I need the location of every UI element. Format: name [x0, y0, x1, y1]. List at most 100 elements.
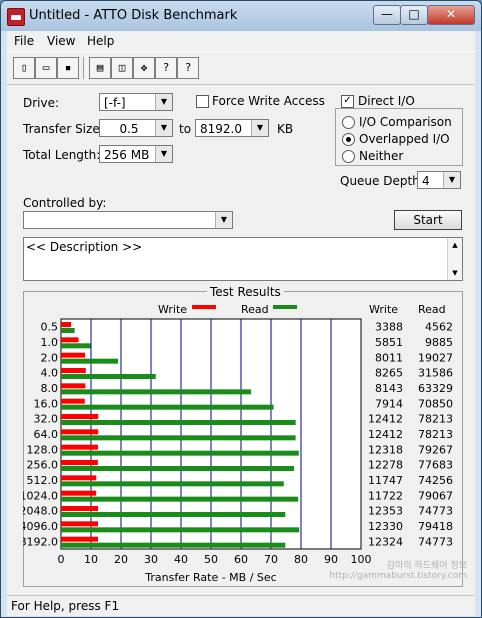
transfer-from-select[interactable]: 0.5 ▼ [99, 119, 173, 137]
direct-io-label: Direct I/O [358, 94, 415, 108]
chevron-down-icon[interactable]: ▼ [155, 120, 172, 136]
legend-write-label: Write [158, 303, 187, 316]
write-bar [61, 475, 97, 481]
force-write-checkbox[interactable] [196, 95, 209, 108]
category-label: 1024.0 [23, 489, 58, 502]
drive-value: [-f-] [104, 96, 126, 110]
chevron-down-icon[interactable]: ▼ [215, 212, 232, 228]
status-bar: For Help, press F1 [7, 595, 475, 616]
read-value-label: 31586 [418, 367, 453, 380]
neither-radio[interactable] [342, 150, 355, 163]
drive-label: Drive: [23, 96, 60, 110]
chevron-down-icon[interactable]: ▼ [155, 146, 172, 162]
app-window: Untitled - ATTO Disk Benchmark — □ ✕ Fil… [0, 0, 482, 618]
legend: Write Read [158, 303, 297, 316]
context-help-icon[interactable]: ? [177, 57, 199, 79]
x-tick-label: 70 [264, 553, 278, 566]
print-preview-icon[interactable]: ◫ [111, 57, 133, 79]
write-bar [61, 521, 98, 527]
chevron-down-icon[interactable]: ▼ [443, 172, 460, 188]
transfer-to-select[interactable]: 8192.0 ▼ [195, 119, 269, 137]
read-value-label: 79067 [418, 489, 453, 502]
write-value-label: 8265 [375, 367, 403, 380]
watermark: 감마의 하드웨어 정보 http://gammaburst.tistory.co… [329, 561, 467, 581]
atto-app-icon[interactable] [7, 8, 25, 26]
write-value-label: 12278 [368, 459, 403, 472]
new-file-icon[interactable]: ▯ [13, 57, 35, 79]
x-tick-label: 0 [58, 553, 65, 566]
read-bar [61, 527, 300, 533]
transfer-size-label: Transfer Size: [23, 122, 104, 136]
x-tick-label: 10 [84, 553, 98, 566]
read-column-header: Read [418, 303, 446, 316]
title-bar[interactable]: Untitled - ATTO Disk Benchmark — □ ✕ [1, 1, 481, 31]
write-value-label: 12353 [368, 505, 403, 518]
queue-depth-select[interactable]: 4 ▼ [417, 171, 461, 189]
maximize-button[interactable]: □ [400, 5, 428, 25]
minimize-button[interactable]: — [373, 5, 401, 25]
overlapped-io-radio[interactable] [342, 133, 355, 146]
read-bar [61, 328, 75, 333]
write-value-label: 12412 [368, 413, 403, 426]
drive-select[interactable]: [-f-] ▼ [99, 93, 173, 111]
help-icon[interactable]: ? [155, 57, 177, 79]
scroll-down-icon[interactable]: ▼ [452, 269, 457, 277]
category-label: 8192.0 [23, 535, 58, 548]
write-value-label: 12318 [368, 443, 403, 456]
results-chart: Write Read Write Read 0.5 1.0 2.0 4.0 8.0 16.… [23, 303, 453, 584]
io-mode-group: I/O Comparison Overlapped I/O Neither [335, 108, 463, 166]
total-length-select[interactable]: 256 MB ▼ [99, 145, 173, 163]
category-label: 1.0 [41, 336, 59, 349]
print-icon[interactable]: ▤ [89, 57, 111, 79]
x-tick-label: 20 [114, 553, 128, 566]
read-bar [61, 466, 295, 471]
read-value-label: 78213 [418, 428, 453, 441]
io-comparison-radio[interactable] [342, 116, 355, 129]
description-scrollbar[interactable]: ▲ ▼ [447, 238, 462, 280]
status-text: For Help, press F1 [11, 599, 120, 613]
read-bar [61, 358, 119, 364]
toolbar-separator [83, 57, 87, 79]
close-button[interactable]: ✕ [427, 5, 475, 25]
category-label: 0.5 [41, 321, 59, 334]
write-bar [61, 337, 79, 343]
queue-depth-label: Queue Depth: [340, 174, 424, 188]
category-label: 4.0 [41, 367, 59, 380]
chevron-down-icon[interactable]: ▼ [251, 120, 268, 136]
menu-file[interactable]: File [14, 34, 34, 48]
category-label: 512.0 [27, 474, 59, 487]
write-value-label: 12324 [368, 535, 403, 548]
description-box[interactable]: << Description >> ▲ ▼ [23, 237, 463, 281]
write-bar [61, 322, 72, 327]
controlled-by-select[interactable]: ▼ [23, 211, 233, 229]
menu-bar: File View Help [7, 31, 475, 51]
read-bar [61, 420, 296, 425]
category-label: 64.0 [34, 428, 59, 441]
start-button[interactable]: Start [394, 210, 462, 230]
write-bar [61, 506, 99, 511]
transfer-to-label: to [179, 122, 192, 136]
write-bar [61, 460, 98, 465]
read-value-label: 9885 [425, 336, 453, 349]
io-comparison-label: I/O Comparison [359, 115, 452, 129]
read-value-label: 78213 [418, 413, 453, 426]
write-value-label: 3388 [375, 321, 403, 334]
read-bar [61, 496, 299, 502]
move-icon[interactable]: ✥ [133, 57, 155, 79]
read-value-label: 63329 [418, 382, 453, 395]
read-bar [61, 374, 156, 379]
menu-view[interactable]: View [47, 34, 75, 48]
menu-help[interactable]: Help [87, 34, 114, 48]
direct-io-checkbox[interactable]: ✓ [341, 95, 354, 108]
write-value-label: 12412 [368, 428, 403, 441]
category-label: 128.0 [27, 443, 59, 456]
category-label: 8.0 [41, 382, 59, 395]
read-value-label: 74773 [418, 535, 453, 548]
scroll-up-icon[interactable]: ▲ [452, 241, 457, 249]
write-value-label: 5851 [375, 336, 403, 349]
open-folder-icon[interactable]: ▭ [35, 57, 57, 79]
chevron-down-icon[interactable]: ▼ [155, 94, 172, 110]
read-bar [61, 542, 286, 548]
legend-write-swatch [192, 305, 216, 309]
save-icon[interactable]: ▪ [57, 57, 79, 79]
